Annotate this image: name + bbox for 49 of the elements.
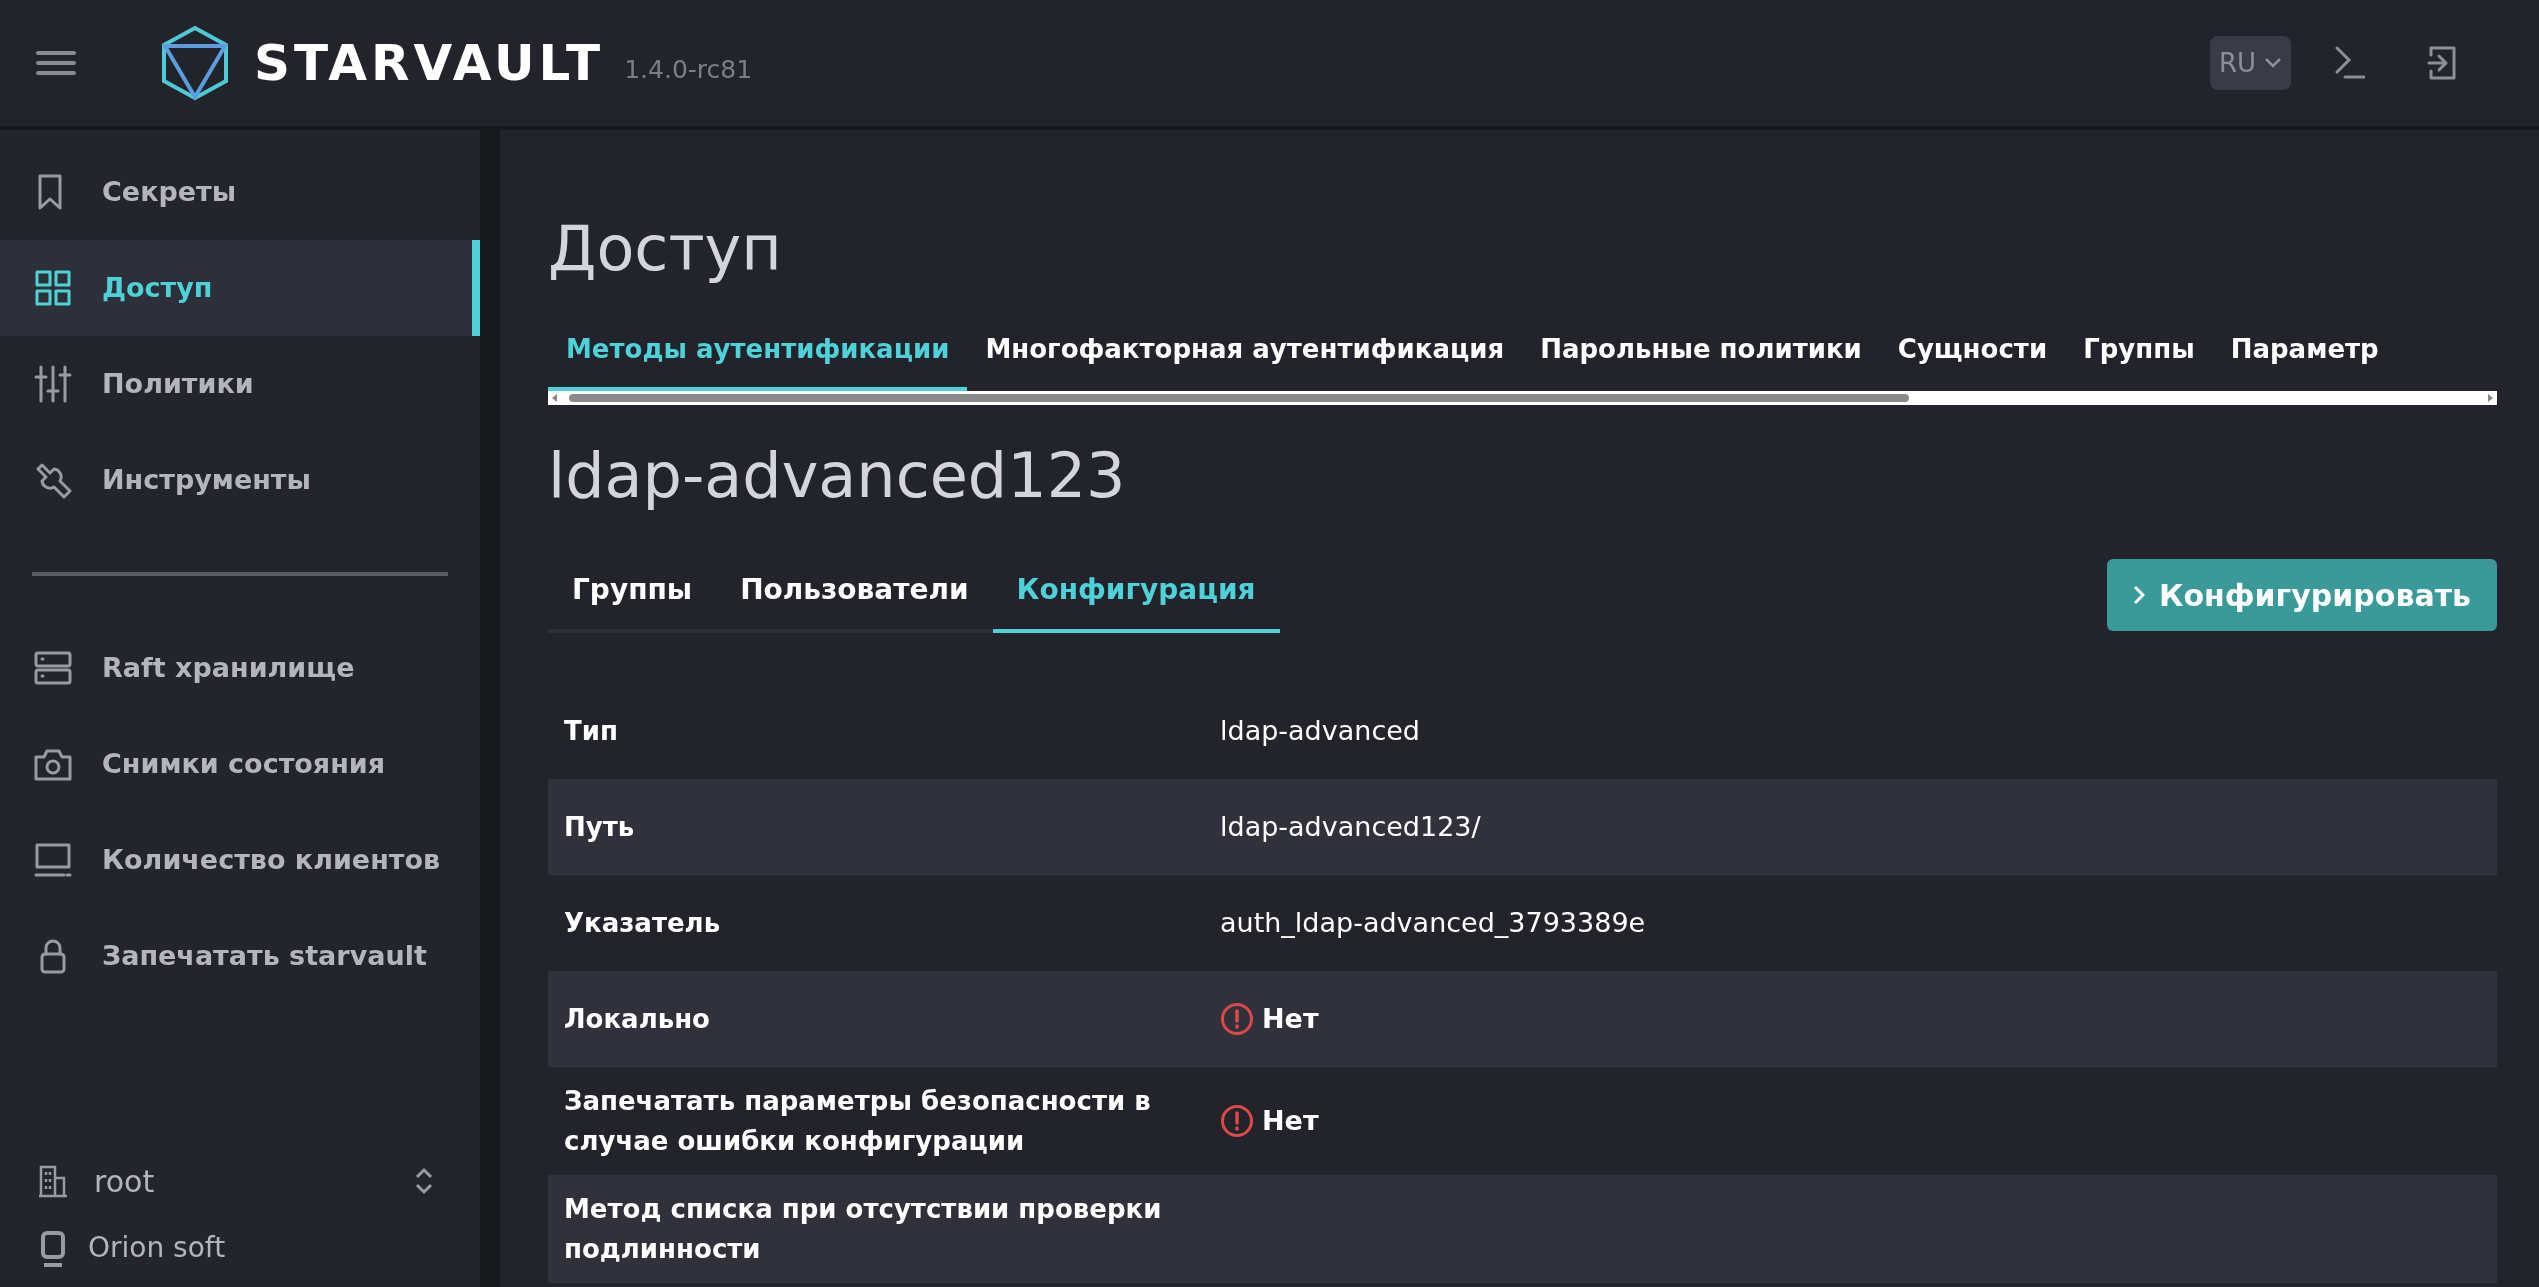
sidebar-item[interactable]: Политики bbox=[102, 363, 254, 405]
tab[interactable]: Группы bbox=[548, 569, 717, 633]
sidebar-item[interactable]: Инструменты bbox=[102, 459, 311, 501]
sidebar-item-label: Доступ bbox=[102, 270, 213, 305]
tab[interactable]: Конфигурация bbox=[992, 569, 1280, 633]
tab[interactable]: Группы bbox=[2065, 326, 2213, 391]
logout-icon[interactable] bbox=[2427, 45, 2457, 81]
organization-label: Orion soft bbox=[88, 1230, 226, 1266]
tab[interactable]: Парольные политики bbox=[1522, 326, 1880, 391]
field-label: Путь bbox=[563, 811, 636, 844]
field-value: auth_ldap-advanced_3793389e bbox=[1220, 905, 1646, 940]
grid-icon bbox=[34, 269, 72, 307]
field-label: Метод списка при отсутствии проверки подлинности bbox=[563, 1193, 1163, 1266]
field-value: Нет bbox=[1262, 1001, 1319, 1036]
menu-icon[interactable] bbox=[36, 51, 76, 75]
chevron-right-icon bbox=[2132, 585, 2145, 605]
field-label: Локально bbox=[563, 1003, 711, 1036]
logo-text: STARVAULT bbox=[254, 32, 605, 94]
wrench-icon bbox=[34, 461, 72, 499]
field-value: ldap-advanced123/ bbox=[1220, 809, 1481, 844]
field-value: Нет bbox=[1262, 1103, 1319, 1138]
building-icon bbox=[38, 1164, 68, 1198]
field-value: ldap-advanced bbox=[1220, 713, 1420, 748]
server-icon bbox=[34, 649, 72, 687]
chevron-down-icon bbox=[2264, 57, 2282, 69]
chevron-up-down-icon[interactable] bbox=[414, 1167, 434, 1195]
tab[interactable]: Пользователи bbox=[716, 569, 993, 633]
sidebar-item[interactable]: Количество клиентов bbox=[102, 839, 441, 881]
warning-icon bbox=[1220, 1002, 1254, 1036]
namespace-label[interactable]: root bbox=[94, 1158, 414, 1204]
sidebar-item[interactable]: Raft хранилище bbox=[102, 647, 355, 689]
sidebar-item[interactable]: Доступ bbox=[0, 240, 480, 336]
tab[interactable]: Многофакторная аутентификация bbox=[967, 326, 1523, 391]
version-label: 1.4.0-rc81 bbox=[624, 54, 753, 87]
sidebar-item[interactable]: Снимки состояния bbox=[102, 743, 386, 785]
sidebar-item[interactable]: Секреты bbox=[102, 171, 237, 213]
warning-icon bbox=[1220, 1104, 1254, 1138]
terminal-icon[interactable] bbox=[2335, 46, 2365, 80]
horizontal-scrollbar[interactable] bbox=[548, 391, 2497, 405]
field-label: Указатель bbox=[563, 907, 722, 940]
field-label: Тип bbox=[563, 715, 619, 748]
laptop-icon bbox=[34, 841, 72, 879]
sliders-icon bbox=[34, 365, 72, 403]
field-label: Запечатать параметры безопасности в случае ошибки конфигурации bbox=[563, 1085, 1152, 1158]
logo-icon bbox=[160, 25, 230, 101]
watch-icon bbox=[40, 1228, 66, 1268]
tab[interactable]: Сущности bbox=[1879, 326, 2066, 391]
tab[interactable]: Параметр bbox=[2212, 326, 2397, 391]
sidebar-item[interactable]: Запечатать starvault bbox=[102, 935, 427, 977]
